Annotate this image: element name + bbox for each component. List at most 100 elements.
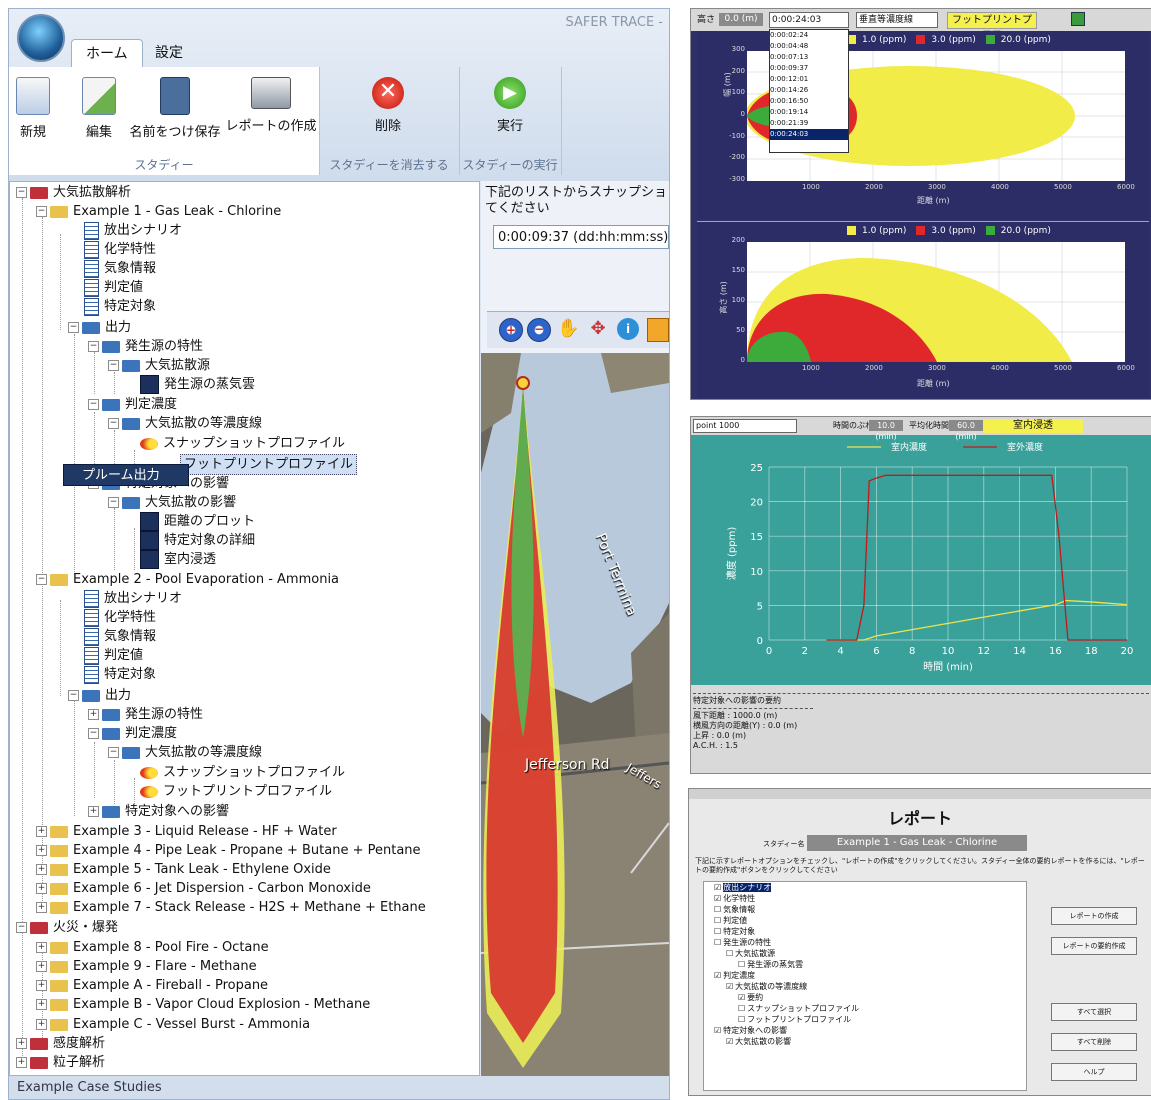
expand-toggle[interactable]: +: [36, 961, 47, 972]
time-option[interactable]: 0:00:19:14: [770, 107, 848, 118]
tree-node-output[interactable]: − 出力: [68, 318, 131, 337]
expand-toggle[interactable]: +: [36, 826, 47, 837]
tree-node-example-6[interactable]: + Example 6 - Jet Dispersion - Carbon Mon…: [36, 879, 371, 898]
checkbox[interactable]: ☐: [738, 1015, 745, 1024]
report-option[interactable]: ☑ 放出シナリオ: [704, 882, 1026, 893]
report-button[interactable]: レポートの作成: [1051, 907, 1137, 925]
contour-mode-select[interactable]: 垂直等濃度線: [856, 12, 938, 28]
footprint-profile-tab[interactable]: フットプリントプロフ: [947, 12, 1037, 41]
checkbox[interactable]: ☑: [714, 894, 721, 903]
tree-item-snapshot[interactable]: スナップショットプロファイル: [140, 763, 345, 782]
expand-toggle[interactable]: +: [36, 942, 47, 953]
tree-node-particle[interactable]: + 粒子解析: [16, 1053, 105, 1072]
time-value[interactable]: 10.0 (min): [869, 420, 903, 441]
tree-node-dispersion[interactable]: − 大気拡散解析: [16, 183, 131, 202]
report-option[interactable]: ☑ 化学特性: [704, 893, 1026, 904]
time-option[interactable]: 0:00:07:13: [770, 52, 848, 63]
report-option[interactable]: ☐ 判定値: [704, 915, 1026, 926]
checkbox[interactable]: ☑: [714, 883, 721, 892]
tree-node-output[interactable]: − 出力: [68, 686, 131, 705]
collapse-toggle[interactable]: −: [108, 497, 119, 508]
collapse-toggle[interactable]: −: [36, 574, 47, 585]
tree-item-footprint[interactable]: フットプリントプロファイル: [140, 782, 332, 801]
time-options[interactable]: 0:00:02:24 0:00:04:48 0:00:07:13 0:00:09:37…: [770, 30, 848, 140]
collapse-toggle[interactable]: −: [36, 206, 47, 217]
checkbox[interactable]: ☑: [726, 982, 733, 991]
time-option[interactable]: 0:00:14:26: [770, 85, 848, 96]
expand-toggle[interactable]: +: [36, 1019, 47, 1030]
plume-output-context-menu[interactable]: プルーム出力: [63, 464, 189, 486]
tree-node-example-3[interactable]: + Example 3 - Liquid Release - HF + Water: [36, 822, 337, 841]
expand-toggle[interactable]: +: [36, 864, 47, 875]
report-button[interactable]: すべて選択: [1051, 1003, 1137, 1021]
tree-item-target[interactable]: 特定対象: [84, 297, 156, 316]
report-option[interactable]: ☑ 大気拡散の影響: [704, 1036, 1026, 1047]
collapse-toggle[interactable]: −: [68, 322, 79, 333]
tree-node-example-7[interactable]: + Example 7 - Stack Release - H2S + Metha…: [36, 898, 426, 917]
collapse-toggle[interactable]: −: [16, 187, 27, 198]
tree-item-dist-plot[interactable]: 距離のプロット: [140, 512, 255, 531]
tree-node-conc[interactable]: − 判定濃度: [88, 395, 177, 414]
checkbox[interactable]: ☐: [714, 927, 721, 936]
application-menu-orb[interactable]: [17, 14, 65, 62]
tree-node-isopleth[interactable]: − 大気拡散の等濃度線: [108, 743, 262, 762]
expand-toggle[interactable]: +: [36, 999, 47, 1010]
report-button[interactable]: ヘルプ: [1051, 1063, 1137, 1081]
tree-node-fire-explosion[interactable]: − 火災・爆発: [16, 918, 118, 937]
expand-toggle[interactable]: +: [36, 883, 47, 894]
time-dropdown-list[interactable]: 0:00:02:24 0:00:04:48 0:00:07:13 0:00:09:37…: [769, 29, 849, 153]
tree-node-isopleth[interactable]: − 大気拡散の等濃度線: [108, 414, 262, 433]
tree-node-example-c[interactable]: + Example C - Vessel Burst - Ammonia: [36, 1015, 310, 1034]
expand-toggle[interactable]: +: [36, 980, 47, 991]
tree-item-snapshot[interactable]: スナップショットプロファイル: [140, 434, 345, 453]
tree-node-source-props[interactable]: + 発生源の特性: [88, 705, 203, 724]
tree-node-conc[interactable]: − 判定濃度: [88, 724, 177, 743]
tree-node-impact[interactable]: + 特定対象への影響: [88, 802, 229, 821]
expand-toggle[interactable]: +: [36, 845, 47, 856]
expand-toggle[interactable]: +: [16, 1057, 27, 1068]
tree-item-weather[interactable]: 気象情報: [84, 259, 156, 278]
tree-item-vapor-cloud[interactable]: 発生源の蒸気雲: [140, 375, 255, 394]
tab-settings[interactable]: 設定: [141, 39, 197, 67]
full-extent-icon[interactable]: ✥: [587, 318, 609, 340]
satellite-map[interactable]: Jefferson Rd Jeffers Port Termina: [481, 353, 669, 1076]
tree-item-weather[interactable]: 気象情報: [84, 627, 156, 646]
tree-item-scenario[interactable]: 放出シナリオ: [84, 221, 182, 240]
zoom-in-icon[interactable]: +: [499, 318, 523, 342]
tree-node-atm-impact[interactable]: − 大気拡散の影響: [108, 493, 236, 512]
collapse-toggle[interactable]: −: [108, 360, 119, 371]
report-option[interactable]: ☐ スナップショットプロファイル: [704, 1003, 1026, 1014]
time-select[interactable]: 0:00:24:03: [769, 12, 849, 28]
tree-item-footprint-selected[interactable]: フットプリントプロファイル: [180, 454, 358, 475]
layer-icon[interactable]: [647, 318, 669, 342]
pan-hand-icon[interactable]: ✋: [557, 318, 579, 340]
collapse-toggle[interactable]: −: [108, 747, 119, 758]
time-option[interactable]: 0:00:16:50: [770, 96, 848, 107]
run-button[interactable]: ▶ 実行: [485, 77, 535, 134]
time-option[interactable]: 0:00:04:48: [770, 41, 848, 52]
excel-icon[interactable]: [1071, 12, 1085, 26]
tree-item-judge[interactable]: 判定値: [84, 278, 143, 297]
report-option[interactable]: ☐ 大気拡散源: [704, 948, 1026, 959]
collapse-toggle[interactable]: −: [88, 728, 99, 739]
report-option[interactable]: ☐ 気象情報: [704, 904, 1026, 915]
info-icon[interactable]: i: [617, 318, 639, 340]
report-option[interactable]: ☑ 要約: [704, 992, 1026, 1003]
time-option[interactable]: 0:00:02:24: [770, 30, 848, 41]
tree-node-example-9[interactable]: + Example 9 - Flare - Methane: [36, 957, 257, 976]
tree-node-sensitivity[interactable]: + 感度解析: [16, 1034, 105, 1053]
save-as-button[interactable]: 名前をつけ保存: [125, 77, 225, 140]
tree-item-chem[interactable]: 化学特性: [84, 608, 156, 627]
checkbox[interactable]: ☐: [726, 949, 733, 958]
report-option[interactable]: ☑ 特定対象への影響: [704, 1025, 1026, 1036]
tree-node-atm-source[interactable]: − 大気拡散源: [108, 356, 210, 375]
collapse-toggle[interactable]: −: [88, 341, 99, 352]
collapse-toggle[interactable]: −: [68, 690, 79, 701]
collapse-toggle[interactable]: −: [108, 418, 119, 429]
time-option[interactable]: 0:00:09:37: [770, 63, 848, 74]
time-option[interactable]: 0:00:24:03: [770, 129, 848, 140]
checkbox[interactable]: ☑: [714, 971, 721, 980]
tree-node-example-a[interactable]: + Example A - Fireball - Propane: [36, 976, 268, 995]
checkbox[interactable]: ☐: [738, 1004, 745, 1013]
collapse-toggle[interactable]: −: [16, 922, 27, 933]
